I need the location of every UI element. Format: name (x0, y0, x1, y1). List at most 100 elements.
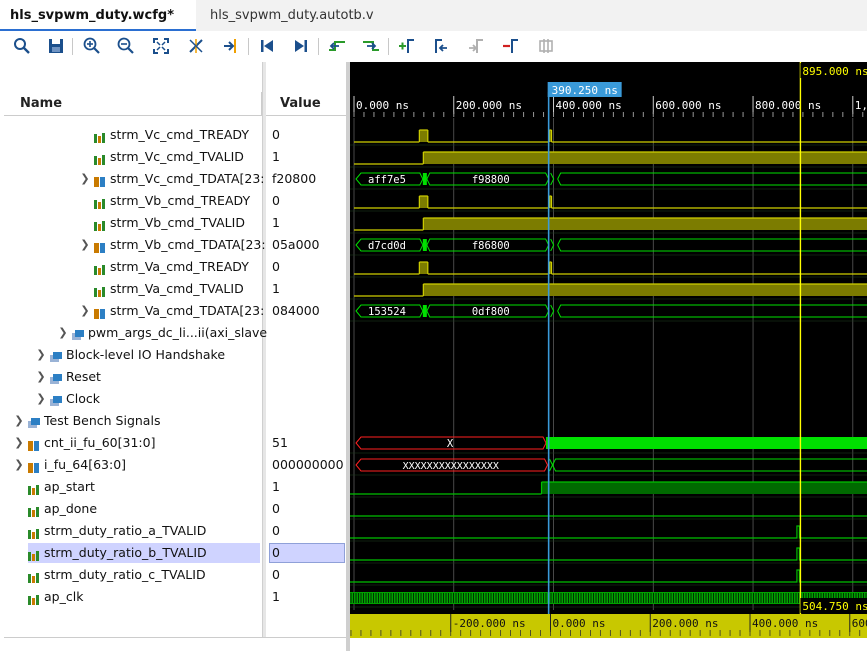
signal-name: strm_duty_ratio_a_TVALID (44, 523, 207, 538)
next-transition-icon[interactable] (361, 36, 381, 56)
vc-tdata-value-label: f98800 (472, 174, 510, 186)
va-tdata-value-label: 153524 (368, 306, 406, 318)
chevron-right-icon[interactable]: ❯ (36, 366, 46, 388)
tab-wcfg-label: hls_svpwm_duty.wcfg* (10, 8, 174, 23)
chevron-right-icon[interactable]: ❯ (14, 454, 24, 476)
signal-value: 05a000 (272, 237, 320, 252)
bit-signal-icon (94, 129, 106, 143)
signal-row[interactable]: ❯ Test Bench Signals (0, 410, 262, 432)
waveform-scrollbar[interactable] (350, 638, 867, 651)
signal-row[interactable]: ap_start (0, 476, 262, 498)
zoom-fit-icon[interactable] (151, 36, 171, 56)
previous-transition-icon[interactable] (327, 36, 347, 56)
vb-tdata-burst (422, 239, 427, 251)
ruler-tick-label: 1, (855, 99, 867, 112)
signal-row[interactable]: ❯ Block-level IO Handshake (0, 344, 262, 366)
signal-row[interactable]: ❯ pwm_args_dc_li...ii(axi_slave (0, 322, 267, 344)
chevron-right-icon[interactable]: ❯ (80, 234, 90, 256)
bus-signal-icon (28, 459, 40, 473)
column-divider[interactable] (262, 62, 266, 651)
signal-row[interactable]: strm_Vb_cmd_TVALID (0, 212, 262, 234)
chevron-right-icon[interactable]: ❯ (80, 168, 90, 190)
signal-group-icon (50, 393, 62, 406)
chevron-right-icon[interactable]: ❯ (14, 432, 24, 454)
add-marker-icon[interactable] (397, 36, 417, 56)
signal-row[interactable]: strm_Va_cmd_TVALID (0, 278, 262, 300)
ruler-tick-label: 800.000 ns (755, 99, 821, 112)
signal-value: 1 (272, 589, 280, 604)
signal-row[interactable]: ❯ Clock (0, 388, 262, 410)
chevron-right-icon[interactable]: ❯ (14, 410, 24, 432)
bit-signal-icon (28, 547, 40, 561)
signal-name: strm_Vb_cmd_TDATA[23: (110, 237, 266, 252)
signal-value: f20800 (272, 171, 317, 186)
signal-row[interactable]: strm_Vb_cmd_TREADY (0, 190, 262, 212)
signal-row[interactable]: strm_Va_cmd_TREADY (0, 256, 262, 278)
signal-value: 0 (272, 567, 280, 582)
next-marker-icon[interactable] (466, 36, 486, 56)
signal-value: 0 (272, 523, 280, 538)
signal-row[interactable]: ap_done (0, 498, 262, 520)
zoom-out-icon[interactable] (116, 36, 136, 56)
waveform-graph[interactable]: 0.000 ns 200.000 ns 400.000 ns 600.000 ns 80… (350, 62, 867, 651)
vc-tready-high-fill (419, 130, 428, 142)
signal-row[interactable]: ❯ strm_Vc_cmd_TDATA[23: (0, 168, 265, 190)
signal-row[interactable]: ❯ strm_Vb_cmd_TDATA[23: (0, 234, 266, 256)
relative-ruler-tick-label: 600 (852, 617, 867, 630)
go-to-start-icon[interactable] (257, 36, 277, 56)
previous-marker-icon[interactable] (431, 36, 451, 56)
bus-signal-icon (28, 437, 40, 451)
vc-tdata-value-label: aff7e5 (368, 174, 406, 186)
signal-value: 0 (272, 127, 280, 142)
value-column-header[interactable]: Value (266, 92, 346, 116)
delete-marker-icon[interactable] (501, 36, 521, 56)
bit-signal-icon (28, 525, 40, 539)
panel-scrollbar[interactable] (4, 637, 346, 652)
bit-signal-icon (94, 283, 106, 297)
swap-cursors-icon[interactable] (536, 36, 556, 56)
tab-autotb[interactable]: hls_svpwm_duty.autotb.v (200, 0, 420, 31)
zoom-in-icon[interactable] (82, 36, 102, 56)
search-icon[interactable] (12, 36, 32, 56)
ap-start-high-fill (541, 482, 867, 494)
signal-row[interactable]: ❯ Reset (0, 366, 262, 388)
go-to-end-icon[interactable] (291, 36, 311, 56)
tab-wcfg[interactable]: hls_svpwm_duty.wcfg*✕ (0, 0, 196, 54)
signal-row[interactable]: strm_duty_ratio_b_TVALID (0, 542, 262, 564)
signal-name: strm_Va_cmd_TREADY (110, 259, 249, 274)
signal-row[interactable]: ❯ strm_Va_cmd_TDATA[23: (0, 300, 264, 322)
go-to-cursor-icon[interactable] (221, 36, 241, 56)
relative-ruler-tick-label: -200.000 ns (453, 617, 526, 630)
i-fu-value-label: XXXXXXXXXXXXXXXX (403, 461, 499, 472)
delta-time-label: 504.750 ns (802, 600, 867, 613)
va-tdata-segment (557, 304, 867, 312)
signal-name: strm_Vc_cmd_TREADY (110, 127, 250, 142)
waveform-canvas[interactable]: 0.000 ns 200.000 ns 400.000 ns 600.000 ns 80… (350, 62, 867, 651)
relative-ruler-tick-label: 0.000 ns (553, 617, 606, 630)
vb-tdata-segment (557, 244, 867, 252)
bit-signal-icon (28, 569, 40, 583)
signal-row[interactable]: strm_duty_ratio_c_TVALID (0, 564, 262, 586)
signal-row[interactable]: ap_clk (0, 586, 262, 608)
signal-row[interactable]: ❯ cnt_ii_fu_60[31:0] (0, 432, 262, 454)
zoom-cursor-icon[interactable] (186, 36, 206, 56)
save-icon[interactable] (46, 36, 66, 56)
chevron-right-icon[interactable]: ❯ (80, 300, 90, 322)
va-tdata-value-label: 0df800 (472, 306, 510, 318)
ruler-tick-label: 400.000 ns (556, 99, 622, 112)
chevron-right-icon[interactable]: ❯ (58, 322, 68, 344)
va-tdata-segment (557, 310, 867, 318)
signal-value: 1 (272, 281, 280, 296)
signal-value: 0 (272, 501, 280, 516)
va-tdata-burst (422, 305, 427, 317)
ruler-tick-label: 600.000 ns (655, 99, 721, 112)
signal-row[interactable]: strm_Vc_cmd_TREADY (0, 124, 262, 146)
signal-row[interactable]: strm_Vc_cmd_TVALID (0, 146, 262, 168)
signal-name: ap_done (44, 501, 98, 516)
chevron-right-icon[interactable]: ❯ (36, 344, 46, 366)
signal-row[interactable]: strm_duty_ratio_a_TVALID (0, 520, 262, 542)
signal-row[interactable]: ❯ i_fu_64[63:0] (0, 454, 262, 476)
name-column-header[interactable]: Name (4, 92, 262, 116)
chevron-right-icon[interactable]: ❯ (36, 388, 46, 410)
signal-name: Block-level IO Handshake (66, 347, 226, 362)
